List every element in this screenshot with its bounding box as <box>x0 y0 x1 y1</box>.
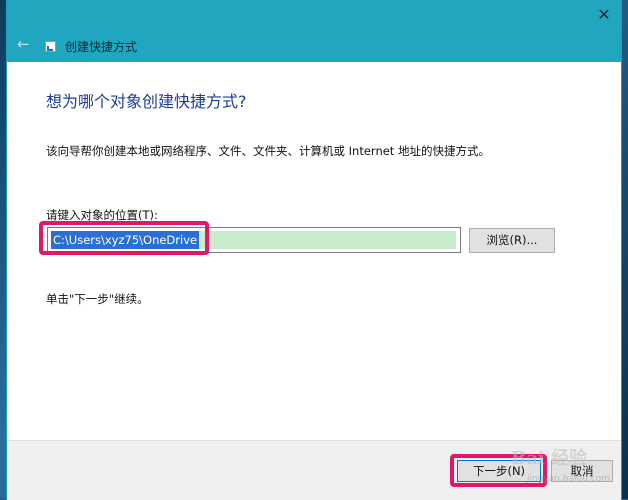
create-shortcut-dialog: ← 创建快捷方式 ✕ 想为哪个对象创建快捷方式? 该向导帮你创建本地或网络程序、… <box>7 0 621 500</box>
shortcut-icon <box>45 41 56 52</box>
continue-hint: 单击"下一步"继续。 <box>46 292 149 306</box>
watermark-text: Bai 经验 <box>511 448 587 469</box>
input-highlight-annotation <box>39 221 209 255</box>
close-icon[interactable]: ✕ <box>593 4 615 26</box>
browse-button[interactable]: 浏览(R)... <box>469 228 555 253</box>
watermark-url: jingyan.baidu.com <box>527 474 611 484</box>
back-arrow-icon[interactable]: ← <box>17 36 33 52</box>
watermark-logo: Bai 经验 jingyan.baidu.com <box>497 440 611 490</box>
wizard-description: 该向导帮你创建本地或网络程序、文件、文件夹、计算机或 Internet 地址的快… <box>46 144 490 158</box>
window-title: 创建快捷方式 <box>65 40 138 54</box>
title-bar: ← 创建快捷方式 ✕ <box>7 0 621 62</box>
page-heading: 想为哪个对象创建快捷方式? <box>46 92 247 111</box>
